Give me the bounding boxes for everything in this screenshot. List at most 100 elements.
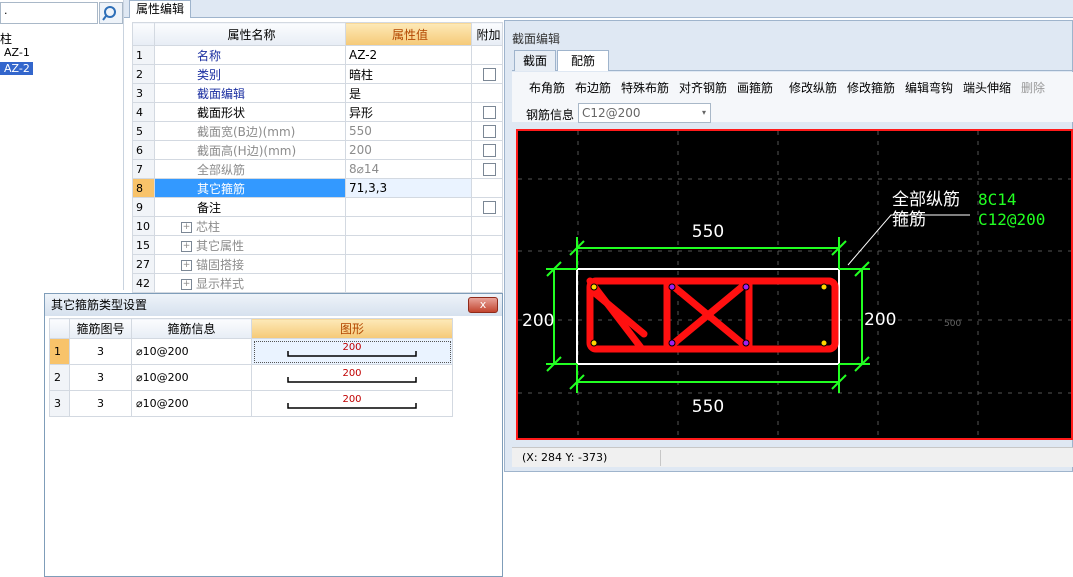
expand-icon[interactable]: + xyxy=(181,240,192,252)
table-row[interactable]: 6 截面高(H边)(mm) 200 xyxy=(132,140,503,160)
stirrup-shape-icon xyxy=(287,350,417,357)
header-stirrup-info[interactable]: 箍筋信息 xyxy=(131,318,252,339)
delete-button[interactable]: 删除 xyxy=(1021,79,1045,96)
row-number: 1 xyxy=(132,45,155,65)
property-value[interactable]: 异形 xyxy=(345,102,472,122)
property-name: 类别 xyxy=(154,64,346,84)
header-shape[interactable]: 图形 xyxy=(251,318,453,339)
property-value[interactable] xyxy=(345,197,472,217)
section-drawing[interactable]: 550 550 200 200 500 全部纵筋 箍筋 8C14 C12@200 xyxy=(518,131,1071,438)
table-row[interactable]: 5 截面宽(B边)(mm) 550 xyxy=(132,121,503,141)
dim-width-top: 550 xyxy=(692,222,724,242)
expand-icon[interactable]: + xyxy=(181,221,192,233)
table-row-selected[interactable]: 1 3 ⌀10@200 200 xyxy=(49,338,453,365)
table-row-selected[interactable]: 8 其它箍筋 71,3,3 xyxy=(132,178,503,198)
extra-cell xyxy=(471,121,503,141)
extra-checkbox[interactable] xyxy=(483,163,496,176)
extra-checkbox[interactable] xyxy=(483,125,496,138)
callout-longitudinal-value: 8C14 xyxy=(978,190,1017,209)
property-group: + 其它属性 xyxy=(154,235,346,255)
table-row[interactable]: 1 名称 AZ-2 xyxy=(132,45,503,65)
special-rebar-button[interactable]: 特殊布筋 xyxy=(621,79,669,96)
shape-cell[interactable]: 200 xyxy=(251,390,453,417)
tab-section[interactable]: 截面 xyxy=(514,50,556,71)
stirrup-info-cell[interactable]: ⌀10@200 xyxy=(131,390,252,417)
extra-cell xyxy=(471,254,503,274)
table-row[interactable]: 4 截面形状 异形 xyxy=(132,102,503,122)
table-row[interactable]: 3 3 ⌀10@200 200 xyxy=(49,390,453,417)
row-number: 6 xyxy=(132,140,155,160)
extra-checkbox[interactable] xyxy=(483,106,496,119)
edit-hook-button[interactable]: 编辑弯钩 xyxy=(905,79,953,96)
shape-cell[interactable]: 200 xyxy=(251,338,453,365)
header-property-name[interactable]: 属性名称 xyxy=(154,22,346,46)
table-row[interactable]: 2 类别 暗柱 xyxy=(132,64,503,84)
row-number: 2 xyxy=(132,64,155,84)
stirrup-shape-icon xyxy=(287,376,417,383)
shape-no-cell[interactable]: 3 xyxy=(69,364,132,391)
property-name: 截面高(H边)(mm) xyxy=(154,140,346,160)
table-row[interactable]: 9 备注 xyxy=(132,197,503,217)
group-label: 锚固搭接 xyxy=(196,257,245,272)
table-row-group[interactable]: 27 + 锚固搭接 xyxy=(132,254,503,274)
extra-cell xyxy=(471,102,503,122)
align-rebar-button[interactable]: 对齐钢筋 xyxy=(679,79,727,96)
table-row[interactable]: 2 3 ⌀10@200 200 xyxy=(49,364,453,391)
property-name: 全部纵筋 xyxy=(154,159,346,179)
rebar-info-label: 钢筋信息 xyxy=(526,108,575,122)
extra-checkbox[interactable] xyxy=(483,68,496,81)
draw-stirrup-button[interactable]: 画箍筋 xyxy=(737,79,773,96)
table-row-group[interactable]: 42 + 显示样式 xyxy=(132,273,503,293)
property-value[interactable]: 8⌀14 xyxy=(345,159,472,179)
table-row[interactable]: 3 截面编辑 是 xyxy=(132,83,503,103)
search-icon[interactable] xyxy=(99,2,123,24)
place-edge-rebar-button[interactable]: 布边筋 xyxy=(575,79,611,96)
tree-item-az2[interactable]: AZ-2 xyxy=(0,62,33,75)
property-name: 截面形状 xyxy=(154,102,346,122)
shape-no-cell[interactable]: 3 xyxy=(69,338,132,365)
expand-icon[interactable]: + xyxy=(181,278,192,290)
property-group: + 芯柱 xyxy=(154,216,346,236)
row-number: 27 xyxy=(132,254,155,274)
rebar-info-select[interactable]: C12@200 ▾ xyxy=(578,103,711,123)
expand-icon[interactable]: + xyxy=(181,259,192,271)
row-number: 10 xyxy=(132,216,155,236)
modify-longitudinal-button[interactable]: 修改纵筋 xyxy=(789,79,837,96)
property-name: 其它箍筋 xyxy=(154,178,346,198)
tree-search-input[interactable]: . xyxy=(0,2,98,24)
property-value[interactable]: AZ-2 xyxy=(345,45,472,65)
shape-no-cell[interactable]: 3 xyxy=(69,390,132,417)
tab-rebar[interactable]: 配筋 xyxy=(557,50,609,71)
property-name: 截面宽(B边)(mm) xyxy=(154,121,346,141)
header-shape-no[interactable]: 箍筋图号 xyxy=(69,318,132,339)
extra-cell xyxy=(471,178,503,198)
extra-checkbox[interactable] xyxy=(483,144,496,157)
stirrups xyxy=(586,277,839,353)
tree-item-az1[interactable]: AZ-1 xyxy=(4,46,30,59)
extra-checkbox[interactable] xyxy=(483,201,496,214)
property-value[interactable]: 71,3,3 xyxy=(345,178,472,198)
table-row[interactable]: 7 全部纵筋 8⌀14 xyxy=(132,159,503,179)
header-extra[interactable]: 附加 xyxy=(471,22,503,46)
property-value[interactable]: 200 xyxy=(345,140,472,160)
table-row-group[interactable]: 15 + 其它属性 xyxy=(132,235,503,255)
tree-root-label[interactable]: 柱 xyxy=(0,30,12,47)
status-bar: (X: 284 Y: -373) xyxy=(512,447,1073,467)
property-value[interactable]: 是 xyxy=(345,83,472,103)
shape-cell[interactable]: 200 xyxy=(251,364,453,391)
end-extend-button[interactable]: 端头伸缩 xyxy=(963,79,1011,96)
stirrup-info-cell[interactable]: ⌀10@200 xyxy=(131,338,252,365)
dim-width-bottom: 550 xyxy=(692,397,724,417)
table-row-group[interactable]: 10 + 芯柱 xyxy=(132,216,503,236)
tab-property-edit[interactable]: 属性编辑 xyxy=(129,0,191,18)
close-icon[interactable]: x xyxy=(468,297,498,313)
extra-cell xyxy=(471,235,503,255)
property-value[interactable]: 暗柱 xyxy=(345,64,472,84)
section-canvas[interactable]: 550 550 200 200 500 全部纵筋 箍筋 8C14 C12@200 xyxy=(516,129,1073,440)
header-property-value[interactable]: 属性值 xyxy=(345,22,472,46)
row-number: 8 xyxy=(132,178,155,198)
place-corner-rebar-button[interactable]: 布角筋 xyxy=(529,79,565,96)
stirrup-info-cell[interactable]: ⌀10@200 xyxy=(131,364,252,391)
modify-stirrup-button[interactable]: 修改箍筋 xyxy=(847,79,895,96)
property-value[interactable]: 550 xyxy=(345,121,472,141)
